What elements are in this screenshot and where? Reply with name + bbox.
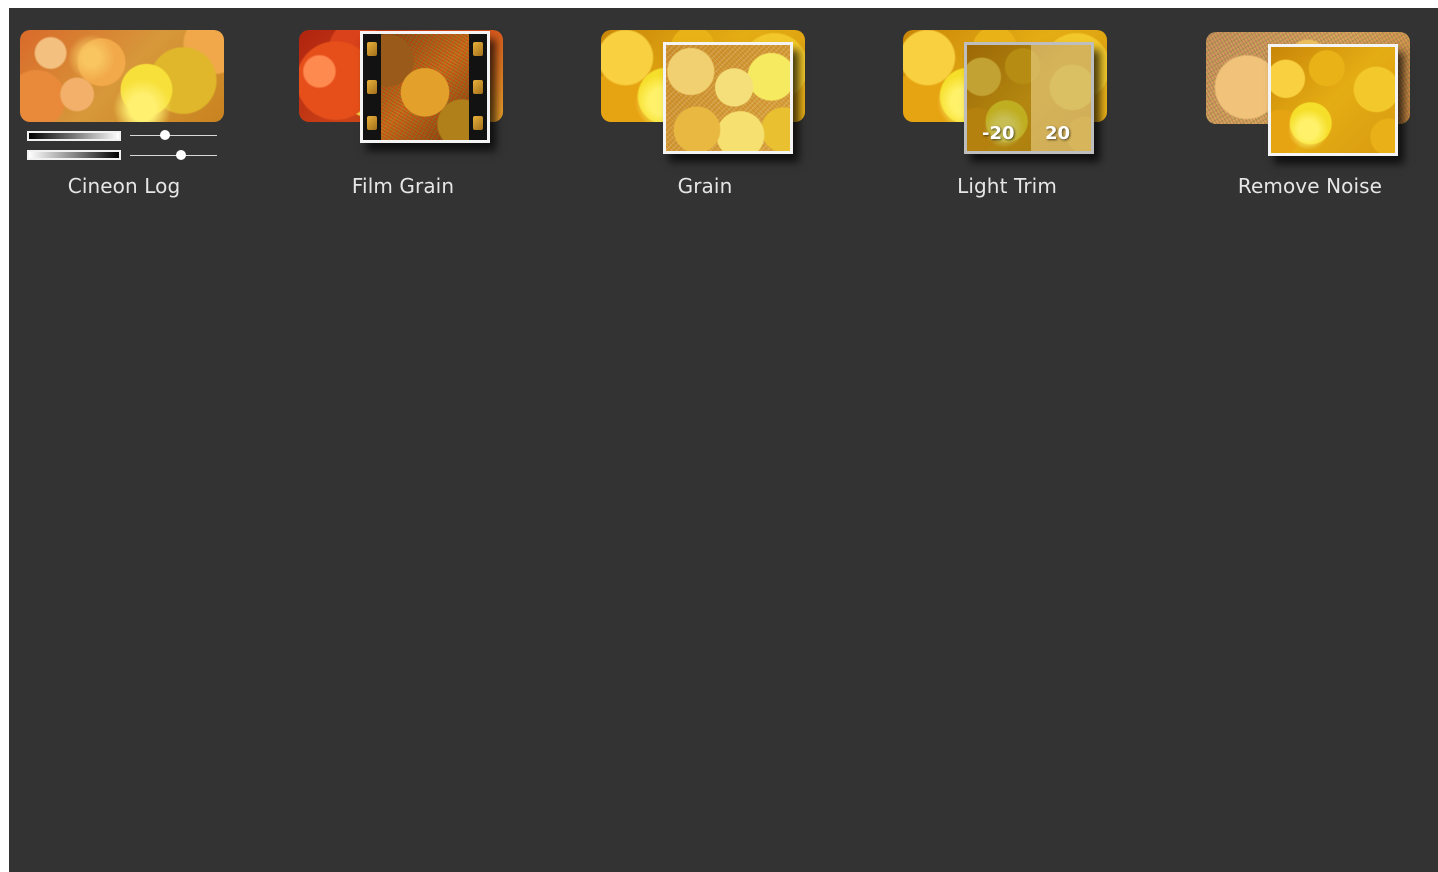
remove-noise-icon — [1201, 8, 1438, 168]
light-trim-icon: -20 20 — [898, 8, 1158, 168]
effect-remove-noise[interactable]: Remove Noise — [1201, 8, 1438, 208]
film-sprocket-left — [363, 34, 381, 140]
effect-label: Film Grain — [351, 174, 455, 198]
film-sprocket-right — [469, 34, 487, 140]
cineon-slider-track-bottom — [130, 150, 217, 160]
grain-frame — [663, 42, 793, 154]
effect-film-grain[interactable]: Film Grain — [294, 8, 554, 208]
light-trim-high-value: 20 — [1045, 123, 1071, 144]
effect-grain[interactable]: Grain — [596, 8, 856, 208]
cineon-gradient-bar-top — [27, 131, 121, 141]
effect-label: Light Trim — [957, 174, 1057, 198]
film-strip-frame — [360, 31, 490, 143]
light-trim-low-value: -20 — [982, 123, 1015, 144]
effect-light-trim[interactable]: -20 20 Light Trim — [898, 8, 1158, 208]
film-grain-icon — [294, 8, 554, 168]
cineon-log-icon — [9, 8, 269, 168]
effect-label: Cineon Log — [67, 174, 181, 198]
effect-cineon-log[interactable]: Cineon Log — [9, 8, 269, 208]
cineon-slider-track-top — [130, 130, 217, 140]
remove-noise-frame — [1268, 44, 1398, 156]
cineon-gradient-bar-bottom — [27, 150, 121, 160]
effects-browser-panel: Cineon Log Film Grain Grain -20 20 Light… — [9, 8, 1438, 872]
cineon-slider-knob-bottom — [176, 150, 187, 160]
cineon-slider-knob-top — [159, 130, 170, 140]
effect-label: Remove Noise — [1237, 174, 1383, 198]
grain-icon — [596, 8, 856, 168]
effect-label: Grain — [677, 174, 733, 198]
cineon-photo — [20, 30, 224, 122]
